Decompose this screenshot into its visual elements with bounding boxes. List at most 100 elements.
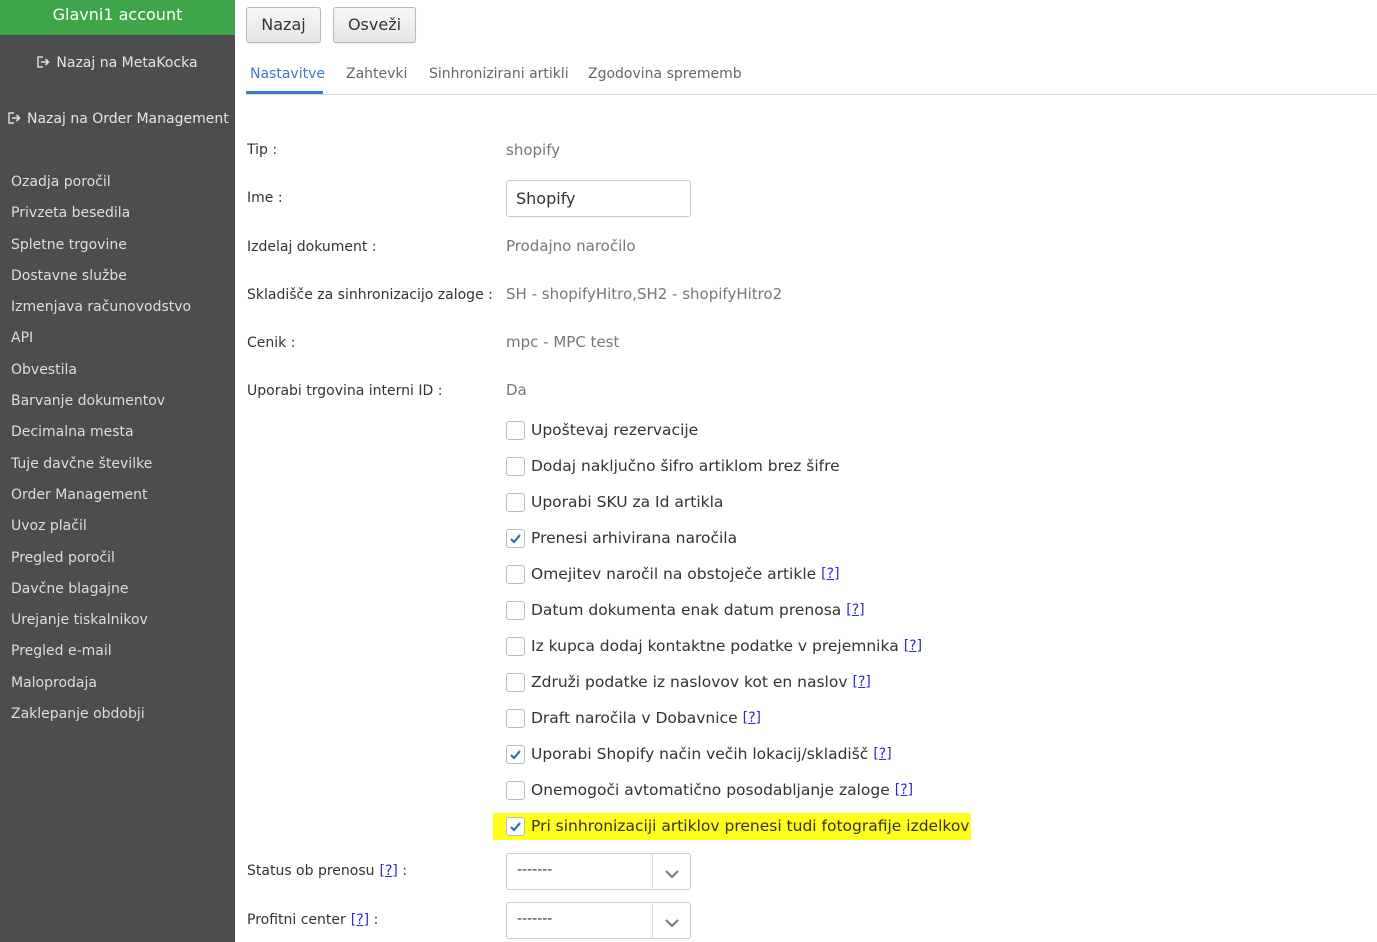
checkbox[interactable] <box>506 564 525 584</box>
checkbox-label: Pri sinhronizaciji artiklov prenesi tudi… <box>531 817 970 835</box>
refresh-button[interactable]: Osveži <box>333 7 416 43</box>
help-link[interactable]: [?] <box>846 602 864 618</box>
help-link[interactable]: [?] <box>904 638 922 654</box>
checkbox[interactable] <box>506 816 525 836</box>
tab-change-history[interactable]: Zgodovina sprememb <box>588 66 742 82</box>
checkbox-label: Iz kupca dodaj kontaktne podatke v preje… <box>531 637 899 655</box>
checkbox-label: Dodaj naključno šifro artiklom brez šifr… <box>531 457 840 475</box>
warehouse-label: Skladišče za sinhronizacijo zaloge : <box>247 287 493 303</box>
sidebar-item[interactable]: Pregled poročil <box>11 548 191 579</box>
status-select[interactable]: ------- <box>506 853 691 890</box>
chevron-down-icon <box>665 919 679 928</box>
status-label-colon: : <box>402 863 408 879</box>
checkbox-label: Uporabi SKU za Id artikla <box>531 493 724 511</box>
checkbox-label: Onemogoči avtomatično posodabljanje zalo… <box>531 781 890 799</box>
checkbox-row: Uporabi Shopify način večih lokacij/skla… <box>506 742 892 766</box>
back-button[interactable]: Nazaj <box>246 7 321 43</box>
sidebar-item[interactable]: Zaklepanje obdobji <box>11 704 191 735</box>
help-link[interactable]: [?] <box>821 566 839 582</box>
sidebar-item[interactable]: Privzeta besedila <box>11 203 191 234</box>
profit-center-select[interactable]: ------- <box>506 902 691 939</box>
checkbox[interactable] <box>506 492 525 512</box>
pricelist-label: Cenik : <box>247 335 296 351</box>
chevron-down-icon <box>665 870 679 879</box>
checkbox-label: Omejitev naročil na obstoječe artikle <box>531 565 817 583</box>
sidebar-item[interactable]: Davčne blagajne <box>11 579 191 610</box>
name-input[interactable] <box>506 180 691 217</box>
profit-center-select-value: ------- <box>517 911 553 927</box>
sidebar-item[interactable]: Decimalna mesta <box>11 422 191 453</box>
account-header[interactable]: Glavni1 account <box>0 0 235 35</box>
sidebar-item[interactable]: Urejanje tiskalnikov <box>11 610 191 641</box>
profit-center-help-link[interactable]: [?] <box>351 912 369 928</box>
tab-settings[interactable]: Nastavitve <box>250 66 325 82</box>
back-to-metakocka-link[interactable]: Nazaj na MetaKocka <box>0 55 235 71</box>
type-label: Tip : <box>247 142 278 158</box>
back-to-order-management-label: Nazaj na Order Management <box>27 111 229 127</box>
back-to-metakocka-label: Nazaj na MetaKocka <box>56 55 198 71</box>
checkbox-row: Pri sinhronizaciji artiklov prenesi tudi… <box>506 814 969 838</box>
status-help-link[interactable]: [?] <box>380 863 398 879</box>
profit-center-label-colon: : <box>373 912 379 928</box>
help-link[interactable]: [?] <box>873 746 891 762</box>
select-divider <box>652 903 653 938</box>
status-select-value: ------- <box>517 862 553 878</box>
checkbox-row: Onemogoči avtomatično posodabljanje zalo… <box>506 778 913 802</box>
profit-center-label: Profitni center [?] : <box>247 912 378 928</box>
checkbox-label: Upoštevaj rezervacije <box>531 421 699 439</box>
checkbox[interactable] <box>506 672 525 692</box>
sidebar-item[interactable]: Maloprodaja <box>11 673 191 704</box>
sidebar-item[interactable]: Tuje davčne številke <box>11 454 191 485</box>
sidebar-item[interactable]: Ozadja poročil <box>11 172 191 203</box>
sidebar-item[interactable]: Order Management <box>11 485 191 516</box>
checkbox-row: Uporabi SKU za Id artikla <box>506 490 723 514</box>
checkbox[interactable] <box>506 456 525 476</box>
checkbox[interactable] <box>506 528 525 548</box>
tab-requests[interactable]: Zahtevki <box>346 66 407 82</box>
status-label: Status ob prenosu [?] : <box>247 863 407 879</box>
sidebar-item[interactable]: Pregled e-mail <box>11 641 191 672</box>
checkbox-row: Draft naročila v Dobavnice [?] <box>506 706 761 730</box>
active-tab-indicator <box>246 91 323 94</box>
back-to-order-management-link[interactable]: Nazaj na Order Management <box>0 111 235 127</box>
checkbox-label: Prenesi arhivirana naročila <box>531 529 738 547</box>
sidebar-item[interactable]: Dostavne službe <box>11 266 191 297</box>
sidebar-item[interactable]: Obvestila <box>11 360 191 391</box>
checkbox-row: Združi podatke iz naslovov kot en naslov… <box>506 670 871 694</box>
checkbox[interactable] <box>506 708 525 728</box>
checkbox-row: Iz kupca dodaj kontaktne podatke v preje… <box>506 634 922 658</box>
check-icon <box>510 821 521 832</box>
profit-center-label-text: Profitni center <box>247 912 346 928</box>
checkbox[interactable] <box>506 744 525 764</box>
checkbox-row: Datum dokumenta enak datum prenosa [?] <box>506 598 865 622</box>
main-content: Nazaj Osveži Nastavitve Zahtevki Sinhron… <box>246 0 1377 942</box>
checkbox-label: Draft naročila v Dobavnice <box>531 709 738 727</box>
checkbox[interactable] <box>506 420 525 440</box>
sidebar-item[interactable]: Uvoz plačil <box>11 516 191 547</box>
exit-icon <box>37 56 51 68</box>
checkbox-label: Datum dokumenta enak datum prenosa <box>531 601 842 619</box>
help-link[interactable]: [?] <box>743 710 761 726</box>
pricelist-value: mpc - MPC test <box>506 333 620 351</box>
check-icon <box>510 533 521 544</box>
document-value: Prodajno naročilo <box>506 237 636 255</box>
type-value: shopify <box>506 141 561 159</box>
check-icon <box>510 749 521 760</box>
checkbox-row: Upoštevaj rezervacije <box>506 418 698 442</box>
sidebar-item[interactable]: API <box>11 328 191 359</box>
status-label-text: Status ob prenosu <box>247 863 375 879</box>
sidebar-item[interactable]: Izmenjava računovodstvo <box>11 297 191 328</box>
sidebar-item[interactable]: Spletne trgovine <box>11 235 191 266</box>
checkbox[interactable] <box>506 780 525 800</box>
help-link[interactable]: [?] <box>895 782 913 798</box>
document-label: Izdelaj dokument : <box>247 239 377 255</box>
help-link[interactable]: [?] <box>853 674 871 690</box>
sidebar-menu: Ozadja poročil Privzeta besedila Spletne t… <box>11 172 191 735</box>
tab-synced-items[interactable]: Sinhronizirani artikli <box>429 66 569 82</box>
name-label: Ime : <box>247 190 283 206</box>
sidebar-item[interactable]: Barvanje dokumentov <box>11 391 191 422</box>
checkbox[interactable] <box>506 636 525 656</box>
exit-icon <box>8 112 21 124</box>
checkbox[interactable] <box>506 600 525 620</box>
tab-bar: Nastavitve Zahtevki Sinhronizirani artik… <box>246 58 1377 95</box>
